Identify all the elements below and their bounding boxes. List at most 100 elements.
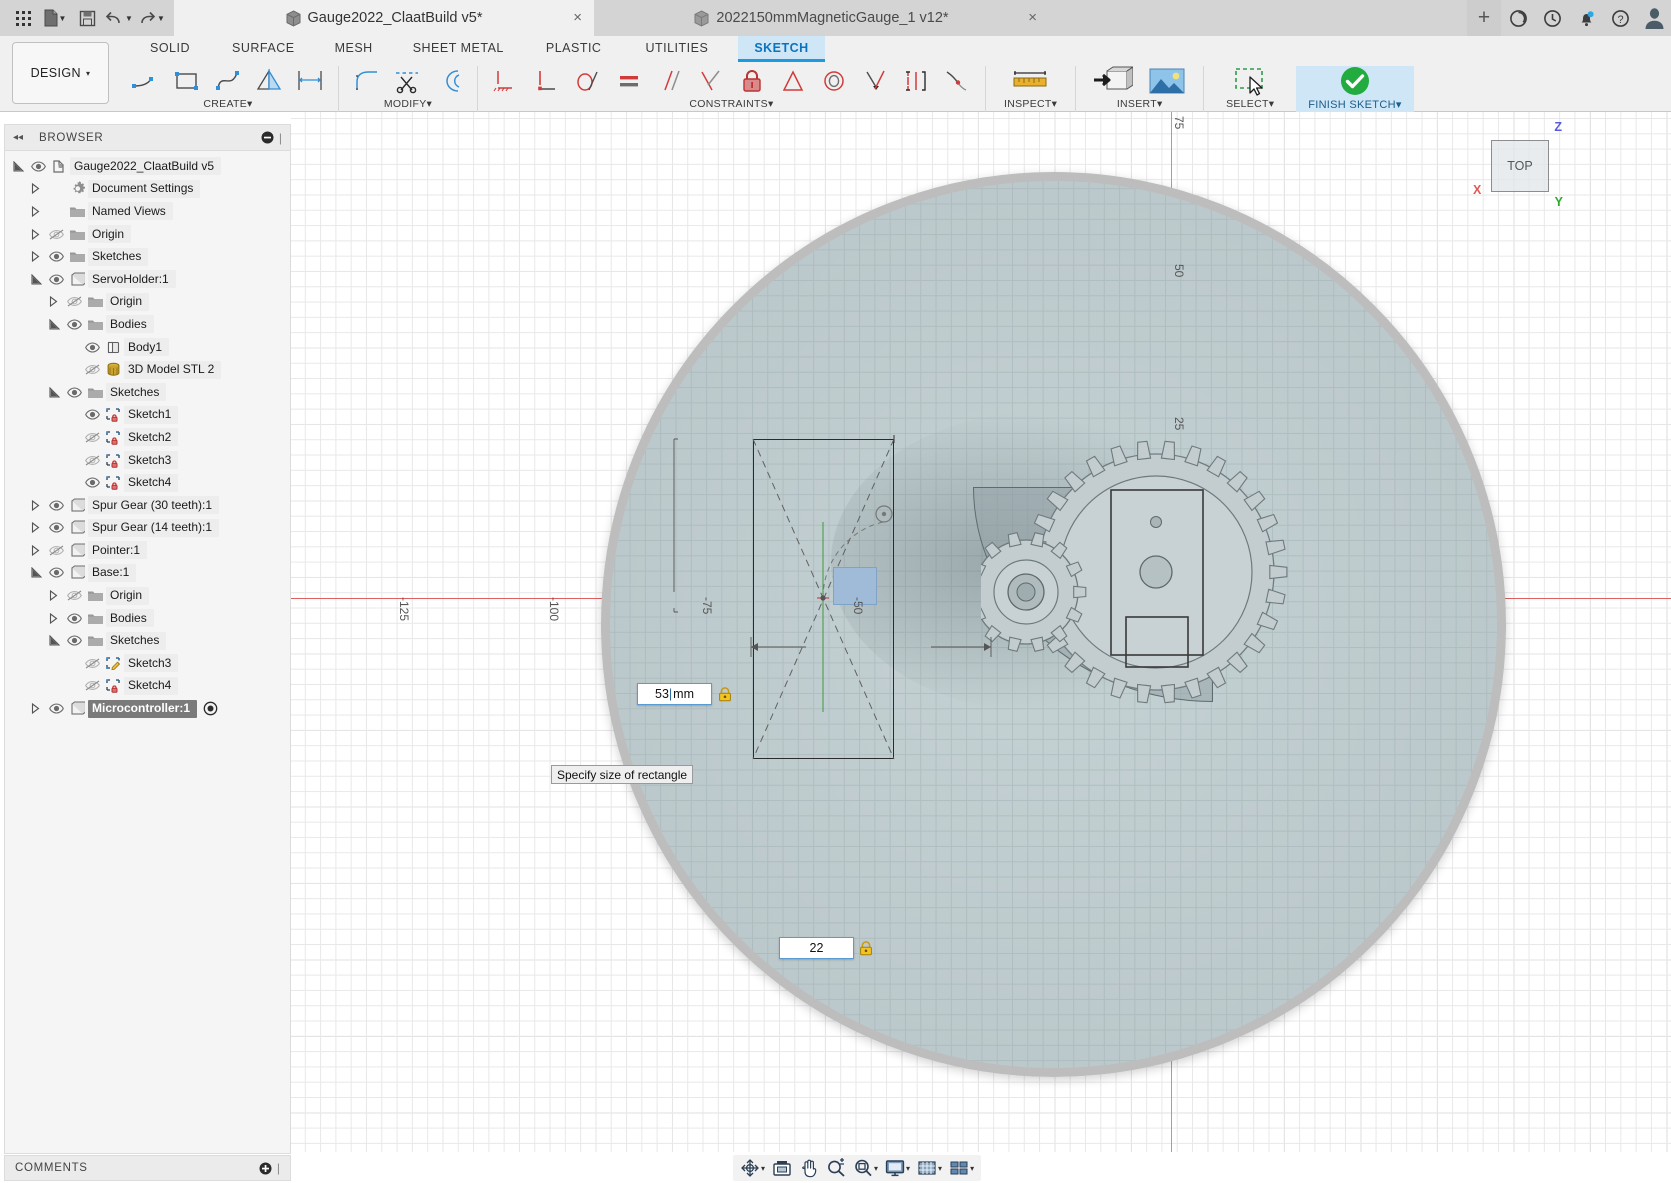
panel-inspect-label[interactable]: INSPECT▾ [1004, 98, 1057, 110]
select-tool-button[interactable] [1224, 66, 1276, 96]
curvature-constraint-button[interactable] [938, 66, 976, 96]
width-dimension-lock-icon[interactable] [718, 687, 732, 702]
symmetry-constraint-button[interactable] [897, 66, 935, 96]
fillet-tool-button[interactable] [348, 66, 386, 96]
horizontal-constraint-button[interactable] [487, 66, 525, 96]
line-tool-button[interactable] [127, 66, 165, 96]
panel-constraints-label[interactable]: CONSTRAINTS▾ [487, 98, 976, 110]
chevron-down-icon[interactable]: ▾ [970, 1164, 974, 1173]
chevron-down-icon[interactable]: ▾ [938, 1164, 942, 1173]
collapse-panel-icon[interactable]: ◂◂ [13, 132, 23, 143]
browser-tree-row[interactable]: Named Views [5, 200, 290, 223]
insert-derive-button[interactable] [1086, 66, 1138, 96]
eye-hidden-icon[interactable] [64, 296, 85, 307]
eye-hidden-icon[interactable] [64, 590, 85, 601]
close-icon[interactable]: × [573, 10, 582, 25]
browser-tree-row[interactable]: 3D Model STL 2 [5, 358, 290, 381]
eye-visible-icon[interactable] [64, 613, 85, 624]
panel-grip-icon[interactable]: | [277, 1161, 280, 1175]
panel-insert-label[interactable]: INSERT▾ [1086, 98, 1193, 110]
expand-triangle-icon[interactable] [31, 567, 46, 579]
browser-tree-row[interactable]: Sketches [5, 245, 290, 268]
undo-button[interactable]: ▼ [104, 4, 134, 32]
eye-visible-icon[interactable] [46, 567, 67, 579]
browser-tree-row[interactable]: Bodies [5, 607, 290, 630]
panel-select-label[interactable]: SELECT▾ [1224, 98, 1276, 110]
browser-tree-row[interactable]: Gauge2022_ClaatBuild v5 [5, 155, 290, 178]
collapse-triangle-icon[interactable] [31, 251, 46, 263]
panel-grip-icon[interactable]: | [279, 131, 282, 145]
notifications-button[interactable] [1569, 0, 1603, 36]
panel-create-label[interactable]: CREATE▾ [127, 98, 329, 110]
browser-tree-row[interactable]: Origin [5, 291, 290, 314]
midpoint-constraint-button[interactable] [774, 66, 812, 96]
new-tab-button[interactable]: + [1467, 0, 1501, 36]
grid-snaps-button[interactable]: ▾ [914, 1156, 945, 1180]
save-button[interactable] [72, 4, 102, 32]
browser-tree-row[interactable]: Microcontroller:1 [5, 697, 290, 720]
recent-button[interactable] [1535, 0, 1569, 36]
chevron-down-icon[interactable]: ▼ [157, 14, 165, 23]
help-button[interactable]: ? [1603, 0, 1637, 36]
trim-tool-button[interactable] [389, 66, 427, 96]
zoom-button[interactable] [823, 1156, 849, 1180]
document-tab-inactive[interactable]: 2022150mmMagneticGauge_1 v12* × [594, 0, 1049, 36]
eye-visible-icon[interactable] [46, 500, 67, 511]
eye-visible-icon[interactable] [82, 409, 103, 420]
account-avatar-button[interactable] [1637, 0, 1671, 36]
minimize-icon[interactable] [261, 131, 274, 144]
job-status-button[interactable] [1501, 0, 1535, 36]
fit-button[interactable]: ▾ [850, 1156, 881, 1180]
look-at-button[interactable] [769, 1156, 795, 1180]
tab-surface[interactable]: SURFACE [216, 36, 311, 62]
sketch-dimension-button[interactable] [291, 66, 329, 96]
browser-tree-row[interactable]: Sketch4 [5, 471, 290, 494]
eye-visible-icon[interactable] [28, 161, 49, 172]
height-dimension-lock-icon[interactable] [859, 941, 873, 956]
equal-constraint-button[interactable] [610, 66, 648, 96]
collapse-triangle-icon[interactable] [31, 499, 46, 511]
browser-tree-row[interactable]: Bodies [5, 313, 290, 336]
eye-hidden-icon[interactable] [82, 658, 103, 669]
orbit-button[interactable]: ▾ [737, 1156, 768, 1180]
comments-panel[interactable]: COMMENTS | [4, 1155, 291, 1181]
eye-hidden-icon[interactable] [46, 229, 67, 240]
height-dimension-input[interactable]: 22 [779, 937, 854, 959]
insert-canvas-button[interactable] [1141, 66, 1193, 96]
expand-triangle-icon[interactable] [49, 318, 64, 330]
eye-hidden-icon[interactable] [46, 545, 67, 556]
expand-triangle-icon[interactable] [49, 386, 64, 398]
browser-tree-row[interactable]: Sketch3 [5, 449, 290, 472]
redo-button[interactable]: ▼ [136, 4, 166, 32]
eye-visible-icon[interactable] [64, 319, 85, 330]
browser-tree-row[interactable]: Sketch1 [5, 404, 290, 427]
collapse-triangle-icon[interactable] [49, 296, 64, 308]
measure-tool-button[interactable] [1004, 66, 1056, 96]
eye-hidden-icon[interactable] [82, 455, 103, 466]
tab-plastic[interactable]: PLASTIC [530, 36, 618, 62]
add-comment-icon[interactable] [259, 1162, 272, 1175]
view-cube[interactable]: TOP Z X Y [1473, 120, 1563, 209]
eye-visible-icon[interactable] [64, 387, 85, 398]
eye-visible-icon[interactable] [46, 522, 67, 533]
perpendicular-constraint-button[interactable] [692, 66, 730, 96]
finish-sketch-button[interactable] [1329, 66, 1381, 96]
browser-tree-row[interactable]: Sketch4 [5, 675, 290, 698]
panel-finish-sketch[interactable]: FINISH SKETCH▾ [1296, 66, 1414, 112]
browser-tree-row[interactable]: ServoHolder:1 [5, 268, 290, 291]
rectangle-tool-button[interactable] [168, 66, 206, 96]
app-grid-button[interactable] [8, 4, 38, 32]
tab-sheet-metal[interactable]: SHEET METAL [397, 36, 520, 62]
browser-tree-row[interactable]: Body1 [5, 336, 290, 359]
chevron-down-icon[interactable]: ▼ [125, 14, 133, 23]
browser-tree-row[interactable]: Sketch2 [5, 426, 290, 449]
width-dimension-input[interactable]: 53 | mm [637, 683, 712, 705]
chevron-down-icon[interactable]: ▾ [906, 1164, 910, 1173]
tab-solid[interactable]: SOLID [134, 36, 206, 62]
eye-visible-icon[interactable] [82, 341, 103, 353]
collapse-triangle-icon[interactable] [31, 205, 46, 217]
collapse-triangle-icon[interactable] [49, 590, 64, 602]
chevron-down-icon[interactable]: ▼ [59, 14, 67, 23]
expand-triangle-icon[interactable] [13, 160, 28, 172]
tangent-constraint-button[interactable] [569, 66, 607, 96]
